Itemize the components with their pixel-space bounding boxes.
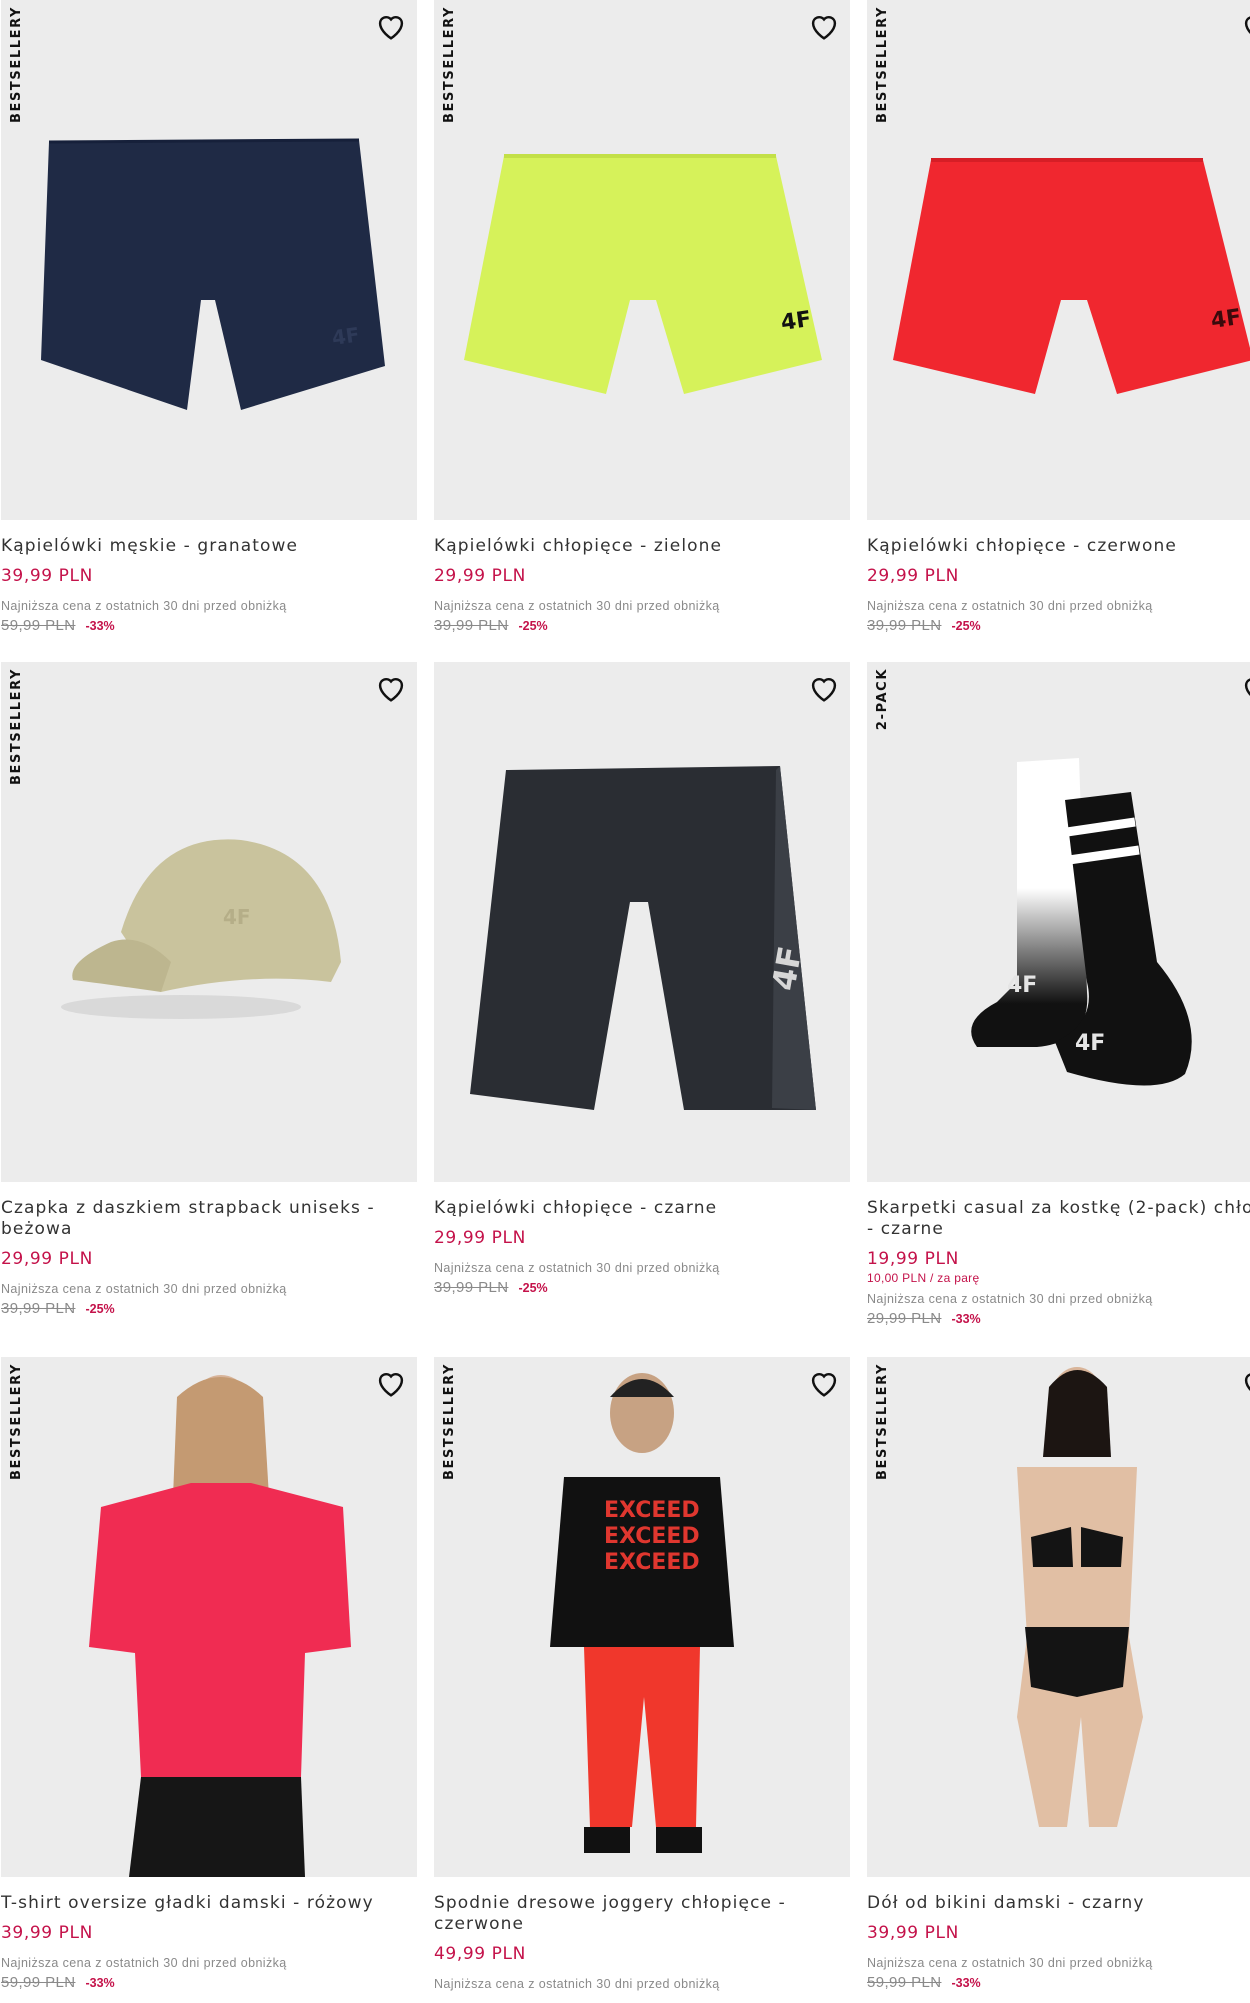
product-name[interactable]: Kąpielówki chłopięce - czarne [434,1198,850,1219]
product-price: 49,99 PLN [434,1944,526,1964]
lowest-price-note: Najniższa cena z ostatnich 30 dni przed … [434,1261,720,1275]
discount-badge: -25% [518,1281,548,1295]
old-price: 39,99 PLN [1,1300,76,1317]
svg-text:4F: 4F [1209,305,1243,334]
badge: BESTSELLERY [9,1363,24,1481]
product-price: 39,99 PLN [1,1923,93,1943]
product-name[interactable]: Kąpielówki chłopięce - czerwone [867,536,1250,557]
heart-outline-icon[interactable] [373,1367,409,1399]
product-card[interactable]: 4F Kąpielówki chłopięce - czarne 29,99 P… [434,662,850,1296]
product-name[interactable]: Dół od bikini damski - czarny [867,1893,1250,1914]
badge: BESTSELLERY [875,1363,890,1481]
unit-price: 10,00 PLN / za parę [867,1271,980,1285]
product-card[interactable]: EXCEED EXCEED EXCEED BESTSELLERY Spodnie… [434,1357,850,1991]
discount-badge: -25% [518,619,548,633]
lowest-price-note: Najniższa cena z ostatnich 30 dni przed … [434,1977,720,1991]
lowest-price-note: Najniższa cena z ostatnich 30 dni przed … [1,1282,287,1296]
product-card[interactable]: BESTSELLERY T-shirt oversize gładki dams… [1,1357,417,1991]
discount-badge: -25% [85,1302,115,1316]
product-price: 29,99 PLN [1,1249,93,1269]
svg-text:4F: 4F [223,905,251,929]
product-name[interactable]: Czapka z daszkiem strapback uniseks - be… [1,1198,417,1240]
old-price: 59,99 PLN [1,617,76,634]
svg-text:EXCEED: EXCEED [604,1498,700,1523]
badge: BESTSELLERY [9,6,24,124]
tshirt-pink-model-image [89,1375,351,1877]
product-image[interactable]: 4F [434,662,850,1182]
discount-badge: -25% [951,619,981,633]
product-image[interactable]: EXCEED EXCEED EXCEED BESTSELLERY [434,1357,850,1877]
product-card[interactable]: 4F BESTSELLERY Czapka z daszkiem strapba… [1,662,417,1317]
heart-outline-icon[interactable] [806,672,842,704]
heart-outline-icon[interactable] [806,10,842,42]
swim-shorts-black-image: 4F [470,766,816,1110]
badge: BESTSELLERY [875,6,890,124]
product-image[interactable]: 4F BESTSELLERY [1,662,417,1182]
svg-text:4F: 4F [779,307,813,336]
badge: BESTSELLERY [442,6,457,124]
old-price: 39,99 PLN [434,617,509,634]
lowest-price-note: Najniższa cena z ostatnich 30 dni przed … [867,1292,1153,1306]
product-name[interactable]: Kąpielówki chłopięce - zielone [434,536,850,557]
old-price: 59,99 PLN [867,1974,942,1991]
discount-badge: -33% [951,1312,981,1326]
lowest-price-note: Najniższa cena z ostatnich 30 dni przed … [1,599,287,613]
product-price: 29,99 PLN [434,566,526,586]
swim-trunks-green-image: 4F [464,154,822,394]
product-price: 29,99 PLN [867,566,959,586]
product-image[interactable]: BESTSELLERY [867,1357,1250,1877]
heart-outline-icon[interactable] [373,672,409,704]
heart-outline-icon[interactable] [373,10,409,42]
discount-badge: -33% [85,1976,115,1990]
joggers-red-kid-image: EXCEED EXCEED EXCEED [550,1373,734,1853]
svg-text:4F: 4F [1075,1031,1105,1056]
product-price: 29,99 PLN [434,1228,526,1248]
product-name[interactable]: Spodnie dresowe joggery chłopięce - czer… [434,1893,850,1935]
old-price: 39,99 PLN [867,617,942,634]
bikini-bottom-black-model-image [1017,1367,1143,1827]
heart-outline-icon[interactable] [1239,672,1250,704]
heart-outline-icon[interactable] [1239,1367,1250,1399]
swim-trunks-navy-image: 4F [41,138,385,410]
product-image[interactable]: 4F BESTSELLERY [1,0,417,520]
heart-outline-icon[interactable] [1239,10,1250,42]
heart-outline-icon[interactable] [806,1367,842,1399]
product-image[interactable]: 4F BESTSELLERY [867,0,1250,520]
product-card[interactable]: BESTSELLERY Dół od bikini damski - czarn… [867,1357,1250,1991]
svg-text:EXCEED: EXCEED [604,1550,700,1575]
product-image[interactable]: 4F 4F 2-PACK [867,662,1250,1182]
old-price: 59,99 PLN [1,1974,76,1991]
old-price: 39,99 PLN [434,1279,509,1296]
badge: 2-PACK [875,668,890,731]
product-card[interactable]: 4F BESTSELLERY Kąpielówki męskie - grana… [1,0,417,634]
swim-trunks-red-image: 4F [893,158,1250,394]
product-name[interactable]: T-shirt oversize gładki damski - różowy [1,1893,417,1914]
product-price: 39,99 PLN [1,566,93,586]
lowest-price-note: Najniższa cena z ostatnich 30 dni przed … [434,599,720,613]
discount-badge: -33% [85,619,115,633]
product-card[interactable]: 4F 4F 2-PACK Skarpetki casual za kostkę … [867,662,1250,1327]
socks-2pack-image: 4F 4F [971,758,1192,1086]
lowest-price-note: Najniższa cena z ostatnich 30 dni przed … [1,1956,287,1970]
product-name[interactable]: Kąpielówki męskie - granatowe [1,536,417,557]
product-image[interactable]: 4F BESTSELLERY [434,0,850,520]
svg-text:4F: 4F [330,322,361,350]
svg-text:4F: 4F [764,943,809,993]
product-name[interactable]: Skarpetki casual za kostkę (2-pack) chło… [867,1198,1250,1240]
cap-beige-image: 4F [61,839,341,1019]
product-price: 19,99 PLN [867,1249,959,1269]
product-card[interactable]: 4F BESTSELLERY Kąpielówki chłopięce - cz… [867,0,1250,634]
product-card[interactable]: 4F BESTSELLERY Kąpielówki chłopięce - zi… [434,0,850,634]
badge: BESTSELLERY [442,1363,457,1481]
old-price: 29,99 PLN [867,1310,942,1327]
badge: BESTSELLERY [9,668,24,786]
discount-badge: -33% [951,1976,981,1990]
lowest-price-note: Najniższa cena z ostatnich 30 dni przed … [867,1956,1153,1970]
svg-text:EXCEED: EXCEED [604,1524,700,1549]
lowest-price-note: Najniższa cena z ostatnich 30 dni przed … [867,599,1153,613]
product-image[interactable]: BESTSELLERY [1,1357,417,1877]
product-price: 39,99 PLN [867,1923,959,1943]
svg-text:4F: 4F [1007,973,1037,998]
